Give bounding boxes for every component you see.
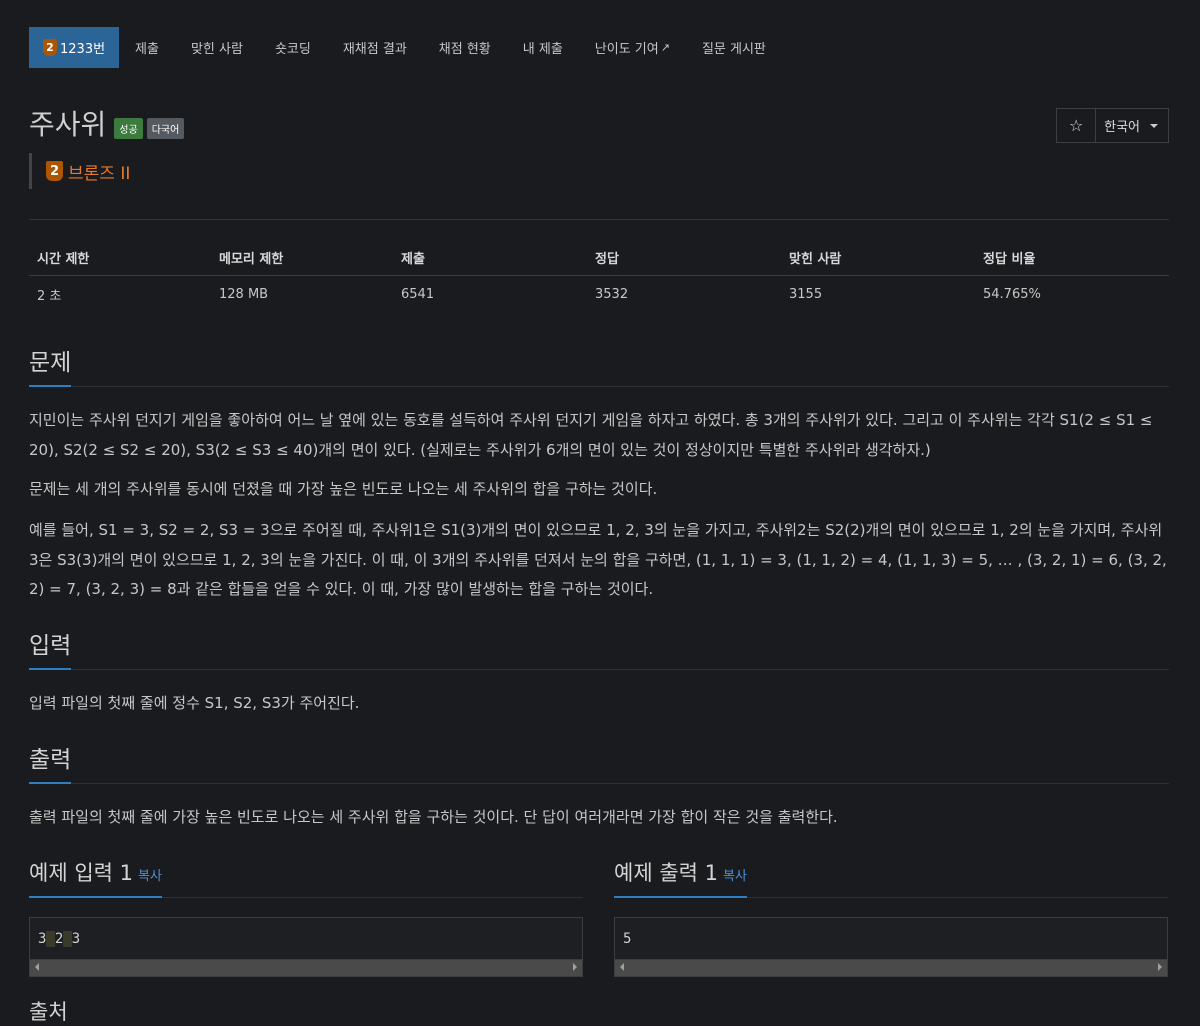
problem-paragraph-1: 지민이는 주사위 던지기 게임을 좋아하여 어느 날 옆에 있는 동호를 설득하… xyxy=(29,411,1153,459)
nav-difficulty-contribution[interactable]: 난이도 기여 ↗ xyxy=(579,27,686,68)
problem-info-table: 시간 제한 메모리 제한 제출 정답 맞힌 사람 정답 비율 2 초 128 M… xyxy=(29,240,1169,312)
problem-section-heading: 문제 xyxy=(29,343,1169,387)
input-description: 입력 파일의 첫째 줄에 정수 S1, S2, S3가 주어진다. xyxy=(29,694,360,712)
nav-my-submissions[interactable]: 내 제출 xyxy=(507,27,579,68)
caret-down-icon xyxy=(1150,123,1158,128)
col-memory-limit: 메모리 제한 xyxy=(211,240,393,276)
nav-short-coding[interactable]: 숏코딩 xyxy=(259,27,327,68)
sample-output-header: 예제 출력 1 복사 xyxy=(614,857,1168,898)
output-description: 출력 파일의 첫째 줄에 가장 높은 빈도로 나오는 세 주사위 합을 구하는 … xyxy=(29,808,838,826)
col-accept-ratio: 정답 비율 xyxy=(975,240,1169,276)
language-label: 한국어 xyxy=(1104,120,1140,135)
table-row: 2 초 128 MB 6541 3532 3155 54.765% xyxy=(29,276,1169,313)
col-solvers: 맞힌 사람 xyxy=(781,240,975,276)
sample-input-token: 3 xyxy=(71,931,81,947)
nav-problem-number[interactable]: 2 1233번 xyxy=(29,27,120,68)
copy-sample-output-link[interactable]: 복사 xyxy=(723,869,747,884)
memory-limit-value: 128 MB xyxy=(219,286,269,302)
time-limit-value: 2 초 xyxy=(37,288,62,304)
sample-output-box[interactable]: 5 xyxy=(614,917,1168,977)
source-heading: 출처 xyxy=(29,1000,68,1024)
sample-input-text: 3 2 3 xyxy=(30,918,582,958)
accept-ratio-value: 54.765% xyxy=(983,286,1041,302)
multilang-badge: 다국어 xyxy=(146,118,185,139)
input-heading: 입력 xyxy=(29,626,72,670)
tier-line: 2 브론즈 II xyxy=(29,153,130,189)
output-section-heading: 출력 xyxy=(29,740,1169,784)
scroll-right-arrow-icon[interactable] xyxy=(573,963,577,971)
col-submissions: 제출 xyxy=(393,240,587,276)
external-link-icon: ↗ xyxy=(660,41,670,54)
star-icon: ☆ xyxy=(1068,116,1084,135)
problem-title: 주사위 xyxy=(29,108,107,141)
sample-input-header: 예제 입력 1 복사 xyxy=(29,857,583,898)
sample-output-text: 5 xyxy=(623,931,632,947)
input-section-heading: 입력 xyxy=(29,626,1169,670)
sample-input-box[interactable]: 3 2 3 xyxy=(29,917,583,977)
bronze-tier-icon: 2 xyxy=(46,161,63,181)
col-time-limit: 시간 제한 xyxy=(29,240,211,276)
problem-paragraph-3: 예를 들어, S1 = 3, S2 = 2, S3 = 3으로 주어질 때, 주… xyxy=(29,521,1167,598)
copy-sample-input-link[interactable]: 복사 xyxy=(138,869,162,884)
success-badge: 성공 xyxy=(114,118,143,139)
nav-question-board[interactable]: 질문 게시판 xyxy=(686,27,782,68)
favorite-button[interactable]: ☆ xyxy=(1057,109,1097,142)
table-header-row: 시간 제한 메모리 제한 제출 정답 맞힌 사람 정답 비율 xyxy=(29,240,1169,276)
sample-output-block: 예제 출력 1 복사 5 xyxy=(614,857,1168,977)
nav-submit[interactable]: 제출 xyxy=(119,27,175,68)
problem-paragraph-2: 문제는 세 개의 주사위를 동시에 던졌을 때 가장 높은 빈도로 나오는 세 … xyxy=(29,480,658,498)
nav-rejudge-results[interactable]: 재채점 결과 xyxy=(327,27,423,68)
title-row: 주사위 성공 다국어 xyxy=(29,108,185,142)
problem-nav: 2 1233번 제출 맞힌 사람 숏코딩 재채점 결과 채점 현황 내 제출 난… xyxy=(29,27,782,68)
horizontal-scrollbar[interactable] xyxy=(30,959,582,976)
nav-judge-status[interactable]: 채점 현황 xyxy=(423,27,507,68)
horizontal-scrollbar[interactable] xyxy=(615,959,1167,976)
scroll-right-arrow-icon[interactable] xyxy=(1158,963,1162,971)
sample-output-title: 예제 출력 1 xyxy=(614,861,718,885)
sample-output-heading: 예제 출력 1 복사 xyxy=(614,857,747,898)
scroll-left-arrow-icon[interactable] xyxy=(620,963,624,971)
col-accepted: 정답 xyxy=(587,240,781,276)
accepted-value: 3532 xyxy=(595,286,629,302)
output-heading: 출력 xyxy=(29,740,72,784)
nav-solvers[interactable]: 맞힌 사람 xyxy=(175,27,259,68)
scroll-left-arrow-icon[interactable] xyxy=(35,963,39,971)
divider xyxy=(29,219,1169,220)
submissions-value: 6541 xyxy=(401,286,435,302)
sample-input-title: 예제 입력 1 xyxy=(29,861,133,885)
sample-input-block: 예제 입력 1 복사 3 2 3 xyxy=(29,857,583,977)
tier-name[interactable]: 브론즈 II xyxy=(68,159,130,184)
bronze-tier-icon: 2 xyxy=(43,39,57,56)
difficulty-contribution-label: 난이도 기여 xyxy=(594,42,659,57)
title-actions: ☆ 한국어 xyxy=(1056,108,1169,143)
problem-number-label: 1233번 xyxy=(60,42,106,57)
solvers-value: 3155 xyxy=(789,286,823,302)
problem-heading: 문제 xyxy=(29,343,72,387)
language-dropdown[interactable]: 한국어 xyxy=(1096,109,1168,142)
sample-input-heading: 예제 입력 1 복사 xyxy=(29,857,162,898)
